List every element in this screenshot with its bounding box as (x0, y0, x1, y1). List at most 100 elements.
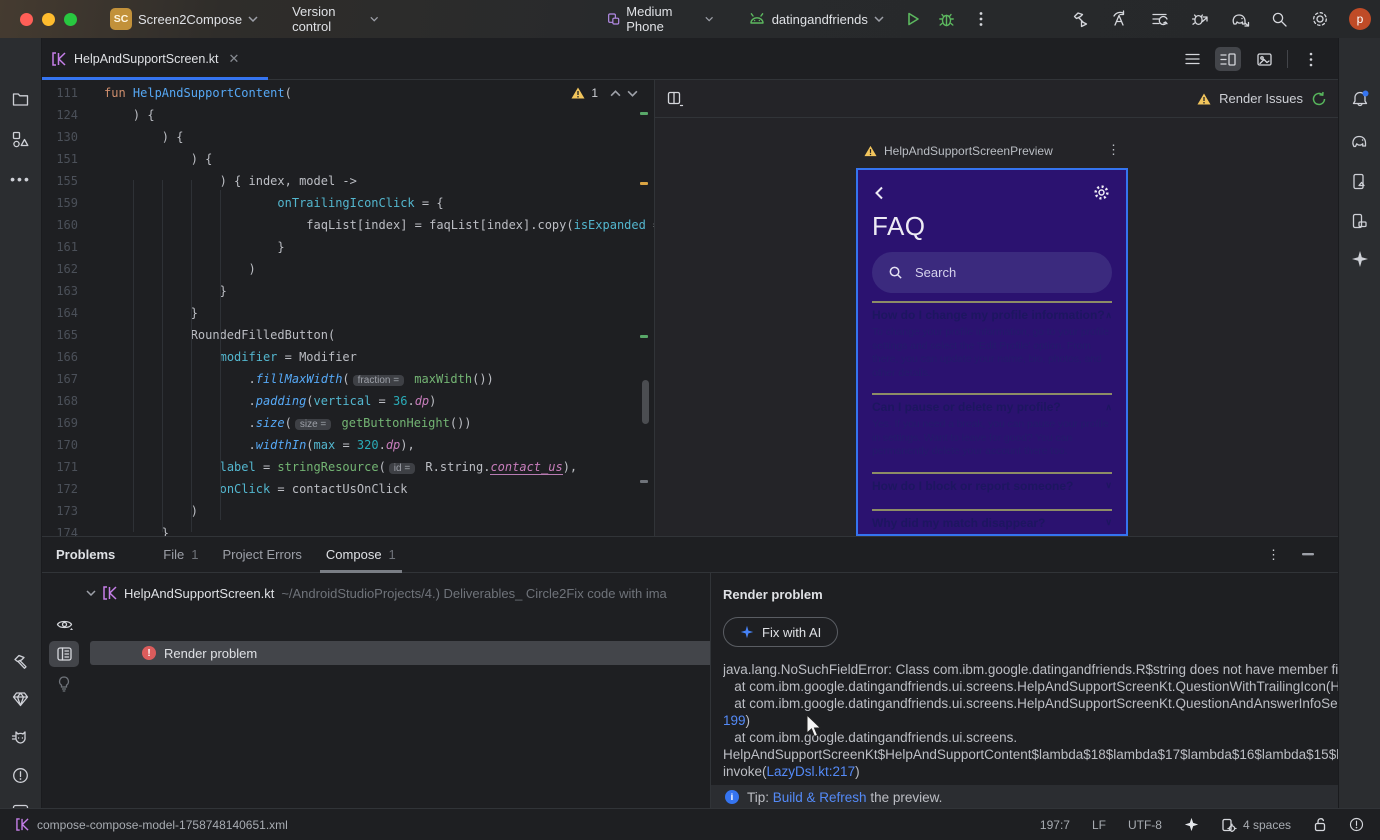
user-avatar[interactable]: p (1340, 5, 1380, 33)
settings-button[interactable] (1300, 5, 1340, 33)
gradle-sync-button[interactable] (1220, 5, 1260, 33)
code-line[interactable]: 111 fun HelpAndSupportContent( (42, 82, 654, 104)
titlebar-action-group: p (1060, 5, 1380, 33)
code-line[interactable]: 151) { (42, 148, 654, 170)
problems-tabs: File 1 Project Errors Compose 1 (151, 537, 408, 573)
next-issue-icon[interactable] (627, 90, 638, 97)
tab-project-errors[interactable]: Project Errors (210, 537, 313, 573)
attach-debugger-button[interactable] (1180, 5, 1220, 33)
logcat-tool-button[interactable] (6, 722, 36, 752)
inspection-widget[interactable]: 1 (571, 86, 638, 100)
kebab-menu-icon (1309, 52, 1313, 66)
line-number: 172 (56, 482, 78, 496)
split-view-button[interactable] (1215, 47, 1241, 71)
warning-icon (571, 87, 585, 99)
encoding-widget[interactable]: UTF-8 (1128, 818, 1162, 832)
project-tool-button[interactable] (6, 84, 36, 114)
previous-issue-icon[interactable] (610, 89, 621, 97)
debug-button[interactable] (930, 5, 964, 33)
fix-with-ai-button[interactable]: Fix with AI (723, 617, 839, 647)
build-run-button[interactable] (1060, 5, 1100, 33)
preview-toolbar: Render Issues (655, 80, 1338, 118)
project-name: Screen2Compose (138, 11, 243, 27)
line-number: 173 (56, 504, 78, 518)
apply-changes-button[interactable] (1100, 5, 1140, 33)
render-issues-widget[interactable]: Render Issues (1197, 91, 1327, 107)
tab-file[interactable]: File 1 (151, 537, 210, 573)
close-window-button[interactable] (20, 12, 33, 26)
faq-question[interactable]: Why did my match disappear? ∨ (872, 516, 1112, 530)
list-sync-icon (1152, 13, 1168, 26)
resource-manager-tool-button[interactable] (6, 124, 36, 154)
faq-question[interactable]: Can I pause or delete my profile? ∧ (872, 400, 1112, 414)
line-ending-widget[interactable]: LF (1092, 818, 1106, 832)
back-arrow-icon[interactable] (874, 186, 884, 200)
notifications-button[interactable] (1345, 84, 1375, 114)
refresh-icon[interactable] (1311, 91, 1327, 107)
run-button[interactable] (896, 5, 930, 33)
gemini-button[interactable] (1345, 244, 1375, 274)
device-icon (607, 13, 620, 25)
debug-bug-icon (939, 13, 955, 26)
more-tool-windows-button[interactable]: ••• (6, 164, 36, 194)
preview-options-button[interactable]: ⋮ (1107, 142, 1120, 158)
code-view-button[interactable] (1179, 47, 1205, 71)
build-tool-button[interactable] (6, 646, 36, 676)
ellipsis-icon: ••• (10, 171, 31, 187)
editor-tab[interactable]: HelpAndSupportScreen.kt ✕ (42, 38, 249, 80)
editor-options-button[interactable] (1298, 47, 1324, 71)
build-refresh-link[interactable]: Build & Refresh (773, 790, 867, 805)
chevron-down-icon (248, 16, 258, 22)
run-configuration-selector[interactable]: datingandfriends (748, 12, 884, 27)
line-number: 165 (56, 328, 78, 342)
tab-compose[interactable]: Compose 1 (314, 537, 408, 573)
fix-with-ai-label: Fix with AI (762, 624, 822, 640)
android-icon (749, 13, 764, 24)
caret-position-widget[interactable]: 197:7 (1040, 818, 1070, 832)
app-quality-insights-tool-button[interactable] (6, 684, 36, 714)
faq-question[interactable]: How do I block or report someone? ∨ (872, 479, 1112, 493)
zoom-window-button[interactable] (64, 12, 77, 26)
phone-preview: FAQ Search How do I change my profile in… (856, 168, 1128, 536)
more-actions-button[interactable] (964, 5, 998, 33)
ai-status-widget[interactable] (1184, 817, 1199, 832)
minimize-window-button[interactable] (42, 12, 55, 26)
running-devices-button[interactable] (1345, 206, 1375, 236)
indent-widget[interactable]: 4 spaces (1221, 818, 1291, 832)
problems-file-row[interactable]: HelpAndSupportScreen.kt ~/AndroidStudioP… (86, 581, 710, 605)
gradle-tool-button[interactable] (1345, 126, 1375, 156)
search-input[interactable]: Search (872, 252, 1112, 293)
code-text: .padding(vertical = 36.dp) (248, 394, 437, 408)
search-everywhere-button[interactable] (1260, 5, 1300, 33)
notifications-status-widget[interactable] (1349, 817, 1364, 832)
project-widget[interactable]: SC Screen2Compose (110, 8, 258, 30)
statusbar-file-name: compose-compose-model-1758748140651.xml (37, 817, 288, 832)
faq-question[interactable]: How do I change my profile information? ∧ (872, 308, 1112, 322)
statusbar-file-widget[interactable]: compose-compose-model-1758748140651.xml (16, 818, 288, 832)
design-view-button[interactable] (1251, 47, 1277, 71)
code-editor[interactable]: 111 fun HelpAndSupportContent(124) {130) … (42, 80, 654, 536)
device-selector[interactable]: Medium Phone (607, 4, 714, 34)
editor-scrollbar[interactable] (642, 380, 649, 424)
code-line[interactable]: 130) { (42, 126, 654, 148)
vcs-widget[interactable]: Version control (292, 4, 379, 34)
preview-layout-button[interactable] (667, 91, 684, 107)
stack-trace-link[interactable]: LazyDsl.kt:217 (767, 764, 856, 779)
gear-icon[interactable] (1093, 184, 1110, 201)
render-problem-row[interactable]: ! Render problem (90, 641, 710, 665)
stripe-mark-gray[interactable] (640, 480, 648, 483)
stack-trace-link[interactable]: 199 (723, 713, 746, 728)
problems-tool-button[interactable] (6, 760, 36, 790)
preview-name-row[interactable]: HelpAndSupportScreenPreview (864, 144, 1053, 158)
lock-widget[interactable] (1313, 817, 1327, 832)
device-manager-button[interactable] (1345, 166, 1375, 196)
code-line[interactable]: 124) { (42, 104, 654, 126)
stripe-mark-green[interactable] (640, 112, 648, 115)
code-text: } (277, 240, 285, 254)
hide-panel-icon[interactable] (1302, 553, 1314, 556)
panel-options-button[interactable]: ⋮ (1267, 547, 1280, 563)
stripe-mark-warning[interactable] (640, 182, 648, 185)
apply-code-changes-button[interactable] (1140, 5, 1180, 33)
close-tab-icon[interactable]: ✕ (229, 51, 240, 67)
stripe-mark-green[interactable] (640, 335, 648, 338)
